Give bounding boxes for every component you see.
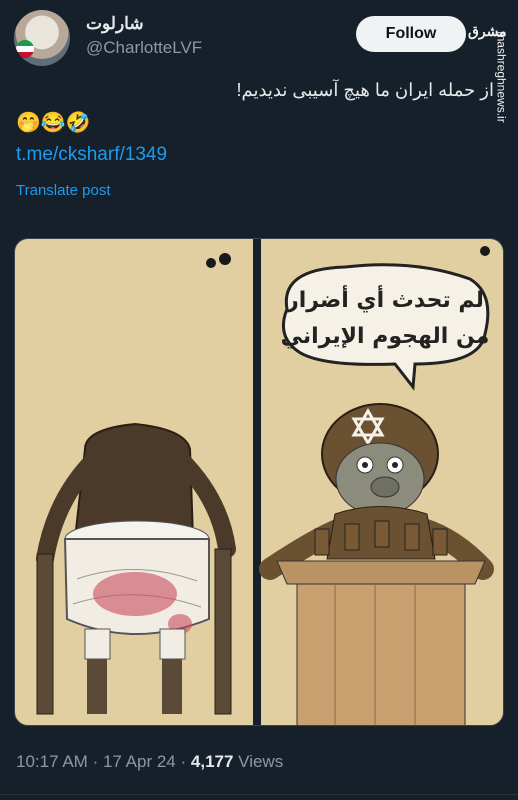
watermark-site: mashreghnews.ir — [494, 30, 516, 130]
tweet-date[interactable]: 17 Apr 24 — [103, 752, 176, 771]
tweet-link[interactable]: t.me/cksharf/1349 — [16, 144, 167, 166]
meta-separator: · — [92, 752, 99, 771]
speech-line-1: لم تحدث أي أضرار — [285, 284, 484, 313]
cartoon-image[interactable]: لم تحدث أي أضرار من الهجوم الإيراني — [14, 238, 504, 726]
watermark-site-text: mashreghnews.ir — [494, 31, 509, 123]
right-panel-figure — [259, 403, 494, 725]
follow-button[interactable]: Follow — [356, 16, 466, 52]
tweet-meta: 10:17 AM · 17 Apr 24 · 4,177 Views — [16, 752, 283, 772]
avatar[interactable] — [14, 10, 70, 66]
tweet-text: از حمله ایران ما هیچ آسیبی ندیدیم! — [236, 80, 494, 100]
tweet-header: شارلوت @CharlotteLVF Follow مشرق — [14, 10, 507, 70]
views-count: 4,177 — [190, 752, 234, 771]
meta-separator: · — [180, 752, 187, 771]
user-handle[interactable]: @CharlotteLVF — [86, 38, 202, 58]
panel-divider — [253, 239, 261, 725]
speech-line-2: من الهجوم الإيراني — [281, 324, 490, 349]
tweet-emojis: 🤭😂🤣 — [16, 112, 91, 134]
cartoon-drawing: لم تحدث أي أضرار من الهجوم الإيراني — [36, 239, 494, 725]
flag-badge-icon — [16, 40, 34, 58]
divider — [0, 794, 518, 795]
display-name[interactable]: شارلوت — [86, 14, 144, 34]
views-label: Views — [238, 752, 284, 771]
translate-post-button[interactable]: Translate post — [16, 182, 111, 199]
left-panel-figure — [36, 253, 236, 715]
tweet-time[interactable]: 10:17 AM — [16, 752, 88, 771]
speech-bubble: لم تحدث أي أضرار من الهجوم الإيراني — [281, 246, 490, 391]
